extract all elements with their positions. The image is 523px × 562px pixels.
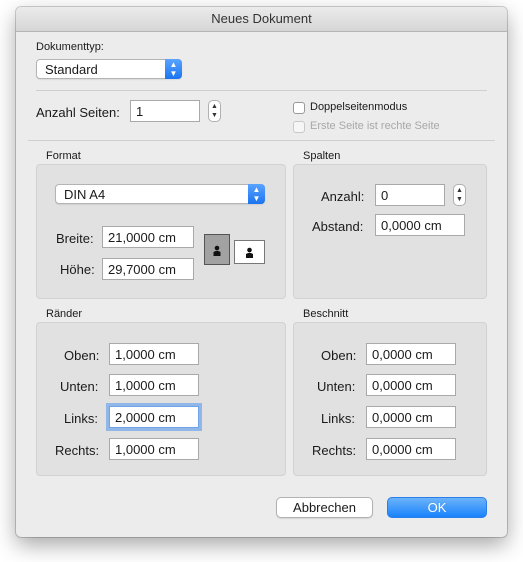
cancel-button[interactable]: Abbrechen	[276, 497, 373, 518]
doc-type-label: Dokumenttyp:	[36, 41, 104, 53]
column-count-field[interactable]: 0	[375, 184, 445, 206]
paper-size-popup[interactable]: DIN A4 ▲ ▼	[55, 184, 265, 204]
width-field[interactable]: 21,0000 cm	[102, 226, 194, 248]
bleed-top-field[interactable]: 0,0000 cm	[366, 343, 456, 365]
margin-top-field[interactable]: 1,0000 cm	[109, 343, 199, 365]
margin-bottom-label: Unten:	[60, 379, 99, 394]
columns-title: Spalten	[303, 150, 341, 162]
window-title: Neues Dokument	[16, 7, 507, 32]
margin-left-label: Links:	[64, 411, 98, 426]
paper-size-value: DIN A4	[64, 187, 106, 202]
width-label: Breite:	[56, 231, 94, 246]
bleed-right-label: Rechts:	[312, 443, 357, 458]
column-count-label: Anzahl:	[321, 189, 365, 204]
bleed-title: Beschnitt	[303, 308, 349, 320]
chevron-updown-icon: ▲ ▼	[165, 59, 182, 79]
margin-left-field[interactable]: 2,0000 cm	[109, 406, 199, 428]
pages-label: Anzahl Seiten:	[36, 105, 120, 120]
margin-top-label: Oben:	[64, 348, 100, 363]
new-document-dialog: Neues Dokument Dokumenttyp: Standard ▲ ▼ …	[16, 7, 507, 537]
facing-pages-checkbox[interactable]	[293, 102, 305, 114]
column-gap-label: Abstand:	[312, 219, 364, 234]
height-field[interactable]: 29,7000 cm	[102, 258, 194, 280]
margin-bottom-field[interactable]: 1,0000 cm	[109, 374, 199, 396]
margin-right-label: Rechts:	[55, 443, 100, 458]
bleed-bottom-field[interactable]: 0,0000 cm	[366, 374, 456, 396]
bleed-left-field[interactable]: 0,0000 cm	[366, 406, 456, 428]
margin-right-field[interactable]: 1,0000 cm	[109, 438, 199, 460]
bleed-bottom-label: Unten:	[317, 379, 356, 394]
portrait-orientation-button[interactable]	[204, 234, 230, 265]
pages-field[interactable]: 1	[130, 100, 200, 122]
doc-type-popup[interactable]: Standard ▲ ▼	[36, 59, 182, 79]
landscape-orientation-button[interactable]	[234, 240, 265, 264]
column-count-stepper[interactable]: ▲ ▼	[453, 184, 466, 206]
bleed-right-field[interactable]: 0,0000 cm	[366, 438, 456, 460]
format-title: Format	[46, 150, 81, 162]
doc-type-value: Standard	[45, 62, 98, 77]
column-gap-field[interactable]: 0,0000 cm	[375, 214, 465, 236]
chevron-updown-icon: ▲ ▼	[248, 184, 265, 204]
separator	[28, 140, 495, 141]
bleed-top-label: Oben:	[321, 348, 357, 363]
pages-stepper[interactable]: ▲ ▼	[208, 100, 221, 122]
height-label: Höhe:	[60, 262, 95, 277]
landscape-person-icon	[246, 247, 253, 258]
bleed-left-label: Links:	[321, 411, 355, 426]
first-page-right-checkbox[interactable]	[293, 121, 305, 133]
facing-pages-label: Doppelseitenmodus	[310, 101, 408, 113]
first-page-right-label: Erste Seite ist rechte Seite	[310, 120, 440, 132]
margins-title: Ränder	[46, 308, 83, 320]
ok-button[interactable]: OK	[387, 497, 487, 518]
separator	[36, 90, 487, 91]
portrait-person-icon	[213, 245, 221, 256]
